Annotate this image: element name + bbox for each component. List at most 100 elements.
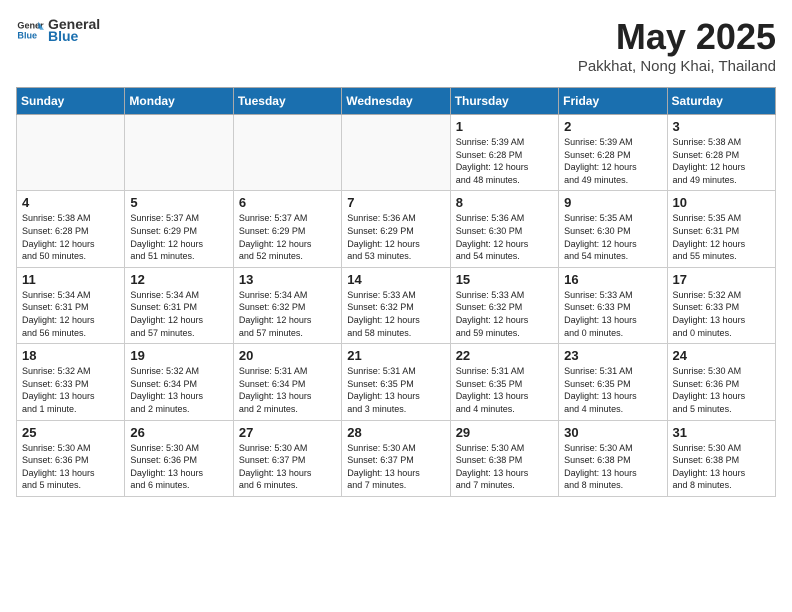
calendar-cell: 10 Sunrise: 5:35 AM Sunset: 6:31 PM Dayli… (667, 191, 775, 267)
day-info: Sunrise: 5:38 AM Sunset: 6:28 PM Dayligh… (673, 136, 770, 186)
day-info: Sunrise: 5:32 AM Sunset: 6:33 PM Dayligh… (22, 365, 119, 415)
day-number: 20 (239, 348, 336, 363)
calendar-cell: 25 Sunrise: 5:30 AM Sunset: 6:36 PM Dayli… (17, 420, 125, 496)
day-number: 17 (673, 272, 770, 287)
day-info: Sunrise: 5:30 AM Sunset: 6:38 PM Dayligh… (564, 442, 661, 492)
calendar-cell: 26 Sunrise: 5:30 AM Sunset: 6:36 PM Dayli… (125, 420, 233, 496)
day-number: 1 (456, 119, 553, 134)
day-info: Sunrise: 5:30 AM Sunset: 6:37 PM Dayligh… (347, 442, 444, 492)
day-number: 31 (673, 425, 770, 440)
day-info: Sunrise: 5:30 AM Sunset: 6:36 PM Dayligh… (22, 442, 119, 492)
calendar-cell: 16 Sunrise: 5:33 AM Sunset: 6:33 PM Dayli… (559, 267, 667, 343)
day-info: Sunrise: 5:39 AM Sunset: 6:28 PM Dayligh… (564, 136, 661, 186)
day-number: 25 (22, 425, 119, 440)
day-info: Sunrise: 5:31 AM Sunset: 6:34 PM Dayligh… (239, 365, 336, 415)
calendar-cell: 24 Sunrise: 5:30 AM Sunset: 6:36 PM Dayli… (667, 344, 775, 420)
calendar-cell (342, 115, 450, 191)
day-number: 13 (239, 272, 336, 287)
logo: General Blue General Blue (16, 16, 100, 44)
calendar-week-row: 11 Sunrise: 5:34 AM Sunset: 6:31 PM Dayli… (17, 267, 776, 343)
day-number: 7 (347, 195, 444, 210)
day-number: 30 (564, 425, 661, 440)
day-info: Sunrise: 5:34 AM Sunset: 6:31 PM Dayligh… (130, 289, 227, 339)
day-of-week-header: Monday (125, 88, 233, 115)
day-number: 24 (673, 348, 770, 363)
calendar-cell (125, 115, 233, 191)
svg-text:Blue: Blue (17, 30, 37, 40)
day-info: Sunrise: 5:31 AM Sunset: 6:35 PM Dayligh… (347, 365, 444, 415)
calendar-cell: 1 Sunrise: 5:39 AM Sunset: 6:28 PM Daylig… (450, 115, 558, 191)
day-number: 18 (22, 348, 119, 363)
day-info: Sunrise: 5:36 AM Sunset: 6:30 PM Dayligh… (456, 212, 553, 262)
calendar-cell: 5Sunrise: 5:37 AM Sunset: 6:29 PM Daylig… (125, 191, 233, 267)
day-of-week-header: Tuesday (233, 88, 341, 115)
calendar-cell: 31 Sunrise: 5:30 AM Sunset: 6:38 PM Dayli… (667, 420, 775, 496)
day-info: Sunrise: 5:30 AM Sunset: 6:38 PM Dayligh… (456, 442, 553, 492)
day-number: 19 (130, 348, 227, 363)
calendar-cell: 3Sunrise: 5:38 AM Sunset: 6:28 PM Daylig… (667, 115, 775, 191)
day-number: 10 (673, 195, 770, 210)
day-number: 6 (239, 195, 336, 210)
calendar-cell: 29 Sunrise: 5:30 AM Sunset: 6:38 PM Dayli… (450, 420, 558, 496)
day-info: Sunrise: 5:30 AM Sunset: 6:36 PM Dayligh… (673, 365, 770, 415)
day-info: Sunrise: 5:33 AM Sunset: 6:33 PM Dayligh… (564, 289, 661, 339)
day-of-week-header: Saturday (667, 88, 775, 115)
calendar-cell: 28 Sunrise: 5:30 AM Sunset: 6:37 PM Dayli… (342, 420, 450, 496)
calendar-cell: 21Sunrise: 5:31 AM Sunset: 6:35 PM Dayli… (342, 344, 450, 420)
day-info: Sunrise: 5:36 AM Sunset: 6:29 PM Dayligh… (347, 212, 444, 262)
day-info: Sunrise: 5:31 AM Sunset: 6:35 PM Dayligh… (564, 365, 661, 415)
calendar-cell: 17 Sunrise: 5:32 AM Sunset: 6:33 PM Dayli… (667, 267, 775, 343)
calendar-cell: 7 Sunrise: 5:36 AM Sunset: 6:29 PM Daylig… (342, 191, 450, 267)
day-number: 27 (239, 425, 336, 440)
calendar-cell: 8 Sunrise: 5:36 AM Sunset: 6:30 PM Daylig… (450, 191, 558, 267)
day-number: 12 (130, 272, 227, 287)
calendar-table: SundayMondayTuesdayWednesdayThursdayFrid… (16, 87, 776, 497)
calendar-cell: 11 Sunrise: 5:34 AM Sunset: 6:31 PM Dayli… (17, 267, 125, 343)
day-of-week-header: Thursday (450, 88, 558, 115)
calendar-week-row: 18 Sunrise: 5:32 AM Sunset: 6:33 PM Dayli… (17, 344, 776, 420)
calendar-cell (233, 115, 341, 191)
day-of-week-header: Wednesday (342, 88, 450, 115)
day-info: Sunrise: 5:34 AM Sunset: 6:31 PM Dayligh… (22, 289, 119, 339)
day-info: Sunrise: 5:30 AM Sunset: 6:36 PM Dayligh… (130, 442, 227, 492)
calendar-header-row: SundayMondayTuesdayWednesdayThursdayFrid… (17, 88, 776, 115)
day-info: Sunrise: 5:34 AM Sunset: 6:32 PM Dayligh… (239, 289, 336, 339)
day-number: 9 (564, 195, 661, 210)
day-number: 2 (564, 119, 661, 134)
calendar-cell: 4 Sunrise: 5:38 AM Sunset: 6:28 PM Daylig… (17, 191, 125, 267)
calendar-cell: 13 Sunrise: 5:34 AM Sunset: 6:32 PM Dayli… (233, 267, 341, 343)
calendar-cell (17, 115, 125, 191)
calendar-week-row: 25 Sunrise: 5:30 AM Sunset: 6:36 PM Dayli… (17, 420, 776, 496)
title-block: May 2025 Pakkhat, Nong Khai, Thailand (578, 16, 776, 75)
day-number: 11 (22, 272, 119, 287)
day-info: Sunrise: 5:39 AM Sunset: 6:28 PM Dayligh… (456, 136, 553, 186)
day-info: Sunrise: 5:35 AM Sunset: 6:31 PM Dayligh… (673, 212, 770, 262)
logo-icon: General Blue (16, 16, 44, 44)
calendar-cell: 14 Sunrise: 5:33 AM Sunset: 6:32 PM Dayli… (342, 267, 450, 343)
day-number: 15 (456, 272, 553, 287)
month-year-title: May 2025 (578, 16, 776, 58)
day-info: Sunrise: 5:38 AM Sunset: 6:28 PM Dayligh… (22, 212, 119, 262)
day-number: 26 (130, 425, 227, 440)
day-info: Sunrise: 5:33 AM Sunset: 6:32 PM Dayligh… (347, 289, 444, 339)
day-info: Sunrise: 5:30 AM Sunset: 6:38 PM Dayligh… (673, 442, 770, 492)
day-info: Sunrise: 5:32 AM Sunset: 6:33 PM Dayligh… (673, 289, 770, 339)
page-header: General Blue General Blue May 2025 Pakkh… (16, 16, 776, 75)
day-info: Sunrise: 5:37 AM Sunset: 6:29 PM Dayligh… (130, 212, 227, 262)
day-number: 4 (22, 195, 119, 210)
day-number: 23 (564, 348, 661, 363)
day-info: Sunrise: 5:33 AM Sunset: 6:32 PM Dayligh… (456, 289, 553, 339)
day-number: 28 (347, 425, 444, 440)
day-number: 16 (564, 272, 661, 287)
day-info: Sunrise: 5:35 AM Sunset: 6:30 PM Dayligh… (564, 212, 661, 262)
day-number: 29 (456, 425, 553, 440)
calendar-cell: 18 Sunrise: 5:32 AM Sunset: 6:33 PM Dayli… (17, 344, 125, 420)
calendar-cell: 23 Sunrise: 5:31 AM Sunset: 6:35 PM Dayli… (559, 344, 667, 420)
day-number: 8 (456, 195, 553, 210)
calendar-cell: 6Sunrise: 5:37 AM Sunset: 6:29 PM Daylig… (233, 191, 341, 267)
day-info: Sunrise: 5:30 AM Sunset: 6:37 PM Dayligh… (239, 442, 336, 492)
day-info: Sunrise: 5:31 AM Sunset: 6:35 PM Dayligh… (456, 365, 553, 415)
day-of-week-header: Friday (559, 88, 667, 115)
calendar-cell: 9 Sunrise: 5:35 AM Sunset: 6:30 PM Daylig… (559, 191, 667, 267)
day-number: 14 (347, 272, 444, 287)
